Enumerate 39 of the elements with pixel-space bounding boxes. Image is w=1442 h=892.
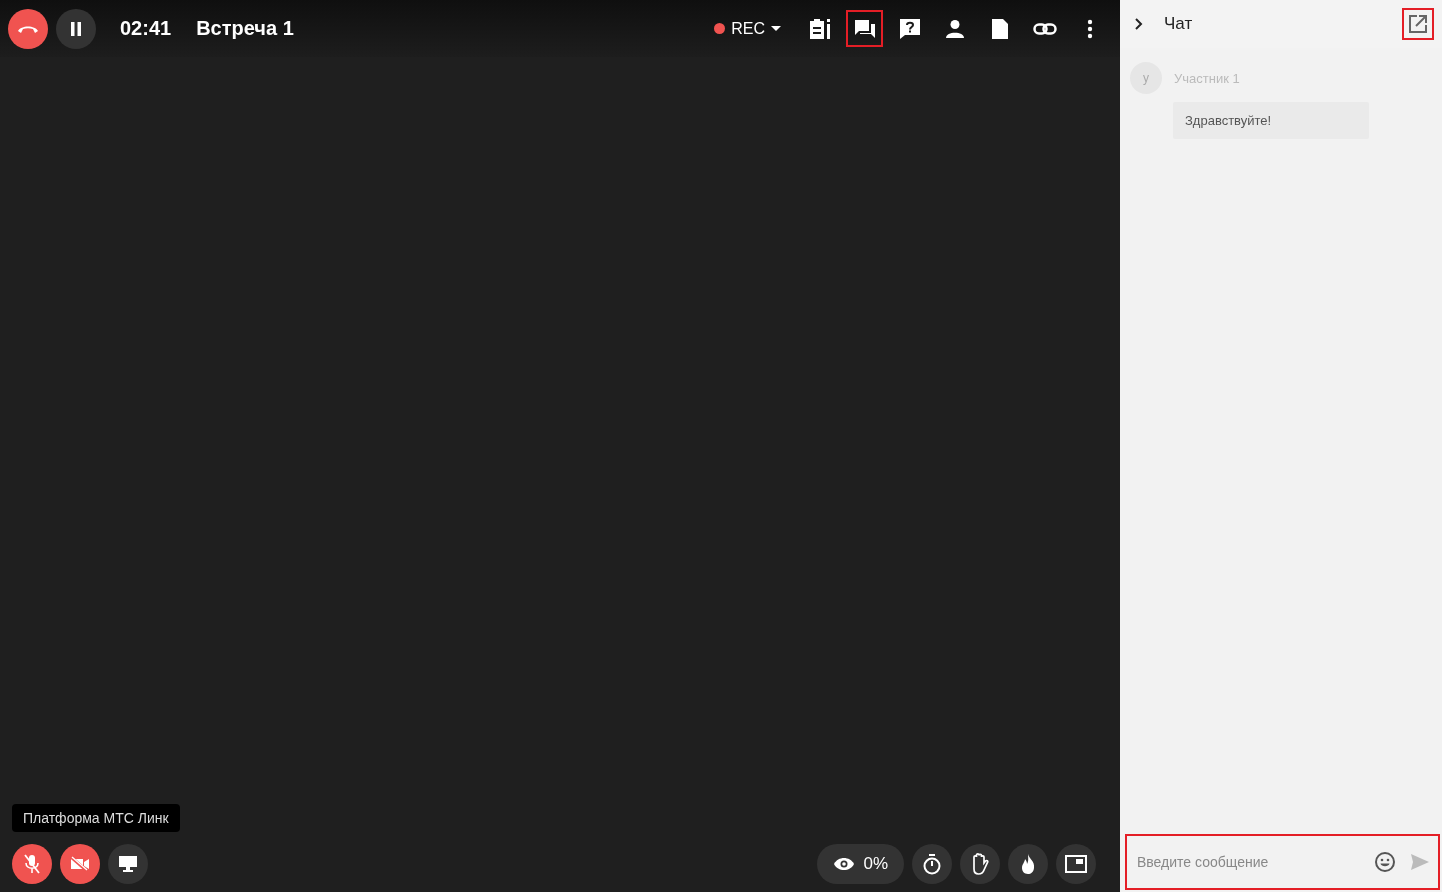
- picture-in-picture-icon: [1064, 854, 1088, 874]
- avatar: у: [1130, 62, 1162, 94]
- meeting-title: Встреча 1: [196, 17, 294, 40]
- eye-icon: [833, 857, 856, 871]
- hand-icon: [970, 852, 990, 876]
- document-icon: [990, 17, 1009, 40]
- raise-hand-button[interactable]: [960, 844, 1000, 884]
- camera-button[interactable]: [60, 844, 100, 884]
- reaction-button[interactable]: [1008, 844, 1048, 884]
- pause-button[interactable]: [56, 8, 96, 49]
- chat-icon: [853, 18, 876, 39]
- popout-button[interactable]: [1402, 8, 1434, 40]
- message-input-field[interactable]: Введите сообщение: [1135, 853, 1360, 871]
- caret-icon: [771, 26, 781, 31]
- emoji-icon[interactable]: [1374, 851, 1396, 873]
- clipboard-icon: [807, 17, 832, 40]
- camera-off-icon: [69, 856, 91, 872]
- more-icon: [1086, 18, 1093, 39]
- attention-button[interactable]: 0%: [817, 844, 904, 884]
- timer-button[interactable]: [912, 844, 952, 884]
- stopwatch-icon: [922, 853, 942, 875]
- popout-icon: [1408, 14, 1428, 34]
- message-bubble: Здравствуйте!: [1173, 102, 1369, 139]
- screen-share-button[interactable]: [108, 844, 148, 884]
- question-bubble-icon: [898, 17, 921, 40]
- muted-mic-icon: [23, 854, 41, 874]
- hang-up-button[interactable]: [8, 8, 48, 49]
- chat-button[interactable]: [846, 10, 883, 47]
- chat-title: Чат: [1164, 14, 1193, 34]
- monitor-icon: [118, 855, 138, 873]
- record-button[interactable]: REC: [714, 19, 781, 38]
- tooltip: Платформа МТС Линк: [12, 804, 180, 832]
- flame-icon: [1020, 853, 1036, 875]
- pause-icon: [70, 21, 82, 36]
- person-icon: [944, 18, 965, 39]
- link-icon: [1032, 22, 1057, 35]
- picture-in-picture-button[interactable]: [1056, 844, 1096, 884]
- call-timer: 02:41: [120, 17, 172, 40]
- microphone-button[interactable]: [12, 844, 52, 884]
